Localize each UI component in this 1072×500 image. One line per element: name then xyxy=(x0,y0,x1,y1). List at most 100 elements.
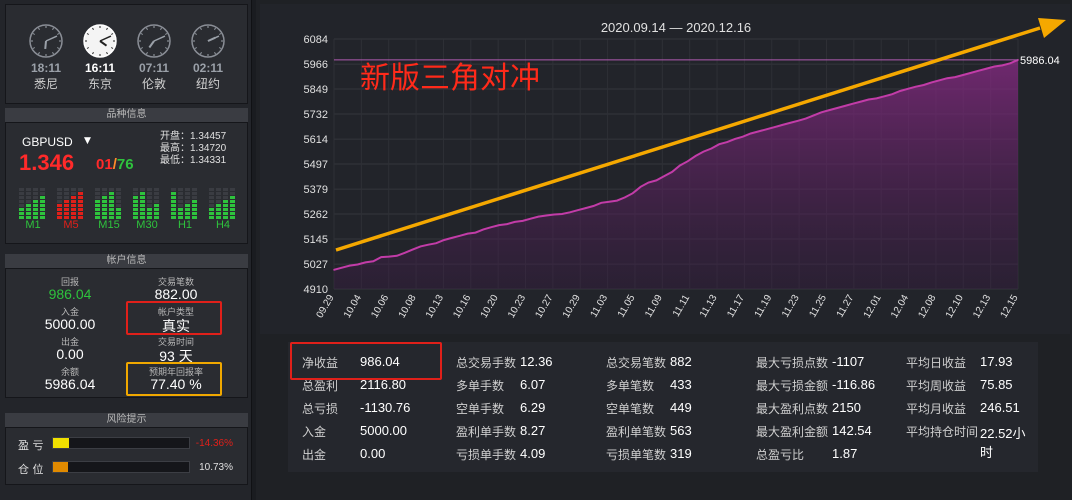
stat-value: 142.54 xyxy=(832,423,872,438)
equity-point xyxy=(859,100,862,103)
equity-point xyxy=(388,255,390,258)
account-type-highlight xyxy=(126,301,222,335)
annual-return-highlight xyxy=(126,362,222,396)
y-tick-label: 4910 xyxy=(304,284,328,296)
timeframe-h4[interactable]: H4 xyxy=(208,185,238,231)
equity-point xyxy=(514,221,516,223)
equity-point xyxy=(569,211,571,214)
x-tick-label: 11.19 xyxy=(753,293,775,320)
symbol-info-panel: GBPUSD ▼ 1.346 01/76 开盘：1.34457 最高：1.347… xyxy=(5,122,248,244)
stat-value: 4.09 xyxy=(520,446,546,461)
chart-annotation: 新版三角对冲 xyxy=(360,61,540,96)
clock-1: 16:11 东京 xyxy=(80,23,120,92)
clock-icon xyxy=(29,24,63,58)
equity-point xyxy=(867,98,870,101)
timeframe-m15[interactable]: M15 xyxy=(94,185,124,231)
price-tail: 01/76 xyxy=(96,156,134,173)
equity-point xyxy=(962,74,964,76)
stat-label: 平均月收益 xyxy=(906,402,967,416)
stat-value: 0.00 xyxy=(360,446,386,461)
return-value: 986.04 xyxy=(48,286,92,302)
equity-point xyxy=(553,213,555,216)
clock-icon xyxy=(191,24,225,58)
stat-value: -1107 xyxy=(832,354,865,369)
equity-point xyxy=(993,65,996,68)
equity-point xyxy=(946,77,949,79)
stat-value: 246.51 xyxy=(980,400,1020,415)
equity-point xyxy=(521,220,524,222)
stat-value: 882 xyxy=(670,354,692,369)
y-tick-label: 5145 xyxy=(304,234,328,246)
stat-label: 总交易手数 xyxy=(456,356,517,370)
price-tail-b: 76 xyxy=(116,156,134,173)
equity-point xyxy=(663,175,666,177)
equity-point xyxy=(380,256,382,258)
x-tick-label: 09.29 xyxy=(315,293,337,321)
timeframe-h1[interactable]: H1 xyxy=(170,185,200,231)
position-bar xyxy=(52,461,190,473)
equity-point xyxy=(419,245,422,248)
left-sidebar: 18:11 悉尼 16:11 东京 07:11 伦敦 02:11 纽约 品种信息 GBPUSD… xyxy=(0,0,252,500)
symbol-name[interactable]: GBPUSD xyxy=(22,135,73,149)
equity-point xyxy=(451,237,453,239)
clock-time: 16:11 xyxy=(84,61,116,75)
account-info-panel: 回报 986.04 交易笔数 882.00 入金 5000.00 帐户类型 真实… xyxy=(5,268,248,398)
high-price: 最高：1.34720 xyxy=(160,143,227,154)
equity-point xyxy=(812,114,815,117)
position-bar-fill xyxy=(53,462,68,472)
equity-point xyxy=(836,107,838,109)
stat-label: 出金 xyxy=(302,448,327,462)
pnl-label: 盈 亏 xyxy=(18,439,44,452)
position-label: 仓 位 xyxy=(18,463,44,476)
y-tick-label: 5849 xyxy=(304,84,328,96)
timeframe-m1[interactable]: M1 xyxy=(18,185,48,231)
timeframe-label: M30 xyxy=(136,219,158,231)
stat-label: 多单手数 xyxy=(456,379,505,393)
y-tick-label: 5497 xyxy=(304,159,328,171)
stat-value: 6.07 xyxy=(520,377,546,392)
main-area: 2020.09.14 — 2020.12.16 6084 5966 5849 5732 5… xyxy=(256,0,1072,500)
x-tick-label: 10.20 xyxy=(479,293,501,321)
clock-time: 18:11 xyxy=(30,61,62,75)
risk-section-title: 风险提示 xyxy=(5,413,248,427)
equity-point xyxy=(757,130,760,133)
y-tick-label: 5027 xyxy=(304,259,328,271)
equity-point xyxy=(820,111,823,114)
equity-point xyxy=(899,90,901,92)
equity-point xyxy=(435,242,438,245)
equity-point xyxy=(702,150,705,153)
equity-point xyxy=(852,102,854,105)
timeframe-label: M15 xyxy=(98,219,120,231)
timeframe-m5[interactable]: M5 xyxy=(56,185,86,231)
x-tick-label: 10.23 xyxy=(506,293,528,321)
clock-time: 07:11 xyxy=(138,61,170,75)
equity-point xyxy=(608,200,610,203)
equity-point xyxy=(828,109,831,111)
clock-city: 伦敦 xyxy=(141,77,166,91)
timeframe-label: H4 xyxy=(215,219,231,231)
stat-label: 最大盈利点数 xyxy=(756,402,829,416)
stat-value: 75.85 xyxy=(980,377,1013,392)
account-section-title: 帐户信息 xyxy=(5,254,248,268)
stat-value: 8.27 xyxy=(520,423,546,438)
open-price: 开盘：1.34457 xyxy=(160,131,227,142)
stat-label: 最大亏损金额 xyxy=(756,379,829,393)
equity-point xyxy=(710,147,713,150)
stat-label: 总亏损 xyxy=(302,402,339,416)
equity-point xyxy=(844,105,846,107)
equity-point xyxy=(396,254,398,257)
equity-point xyxy=(907,88,909,90)
chevron-down-icon[interactable]: ▼ xyxy=(84,136,91,146)
equity-point xyxy=(742,135,744,138)
equity-point xyxy=(875,97,878,100)
equity-point xyxy=(938,79,941,82)
stat-label: 入金 xyxy=(302,425,327,439)
y-tick-label: 5732 xyxy=(304,109,328,121)
equity-point xyxy=(466,232,469,235)
equity-point xyxy=(647,181,650,184)
equity-point xyxy=(804,117,807,120)
stat-value: 1.87 xyxy=(832,446,858,461)
timeframe-m30[interactable]: M30 xyxy=(132,185,162,231)
x-tick-label: 11.09 xyxy=(643,293,665,320)
equity-point xyxy=(427,243,430,246)
